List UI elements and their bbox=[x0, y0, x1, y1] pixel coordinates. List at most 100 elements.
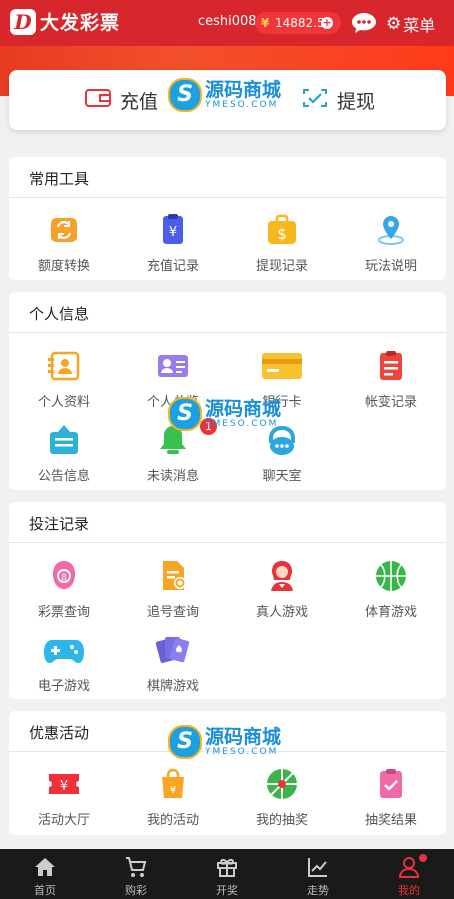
svg-text:¥: ¥ bbox=[60, 779, 68, 794]
divider bbox=[9, 751, 446, 752]
tool-item-withdraw-record[interactable]: $ 提现记录 bbox=[227, 212, 337, 280]
tool-label: 提现记录 bbox=[255, 259, 308, 274]
profile-card-icon bbox=[46, 348, 82, 384]
section-title: 常用工具 bbox=[29, 170, 90, 188]
notification-dot bbox=[419, 854, 427, 862]
bet-item-sports[interactable]: 体育游戏 bbox=[336, 558, 446, 626]
bank-card-icon bbox=[262, 348, 302, 384]
tool-label: 充值记录 bbox=[146, 259, 199, 274]
bet-label: 彩票查询 bbox=[37, 605, 90, 620]
personal-item-bank-card[interactable]: 银行卡 bbox=[227, 348, 337, 416]
personal-item-chatroom[interactable]: 聊天室 bbox=[227, 422, 337, 490]
tab-label: 购彩 bbox=[125, 884, 147, 897]
bell-icon bbox=[155, 422, 191, 458]
withdraw-button[interactable]: 提现 bbox=[301, 70, 375, 130]
basketball-icon bbox=[373, 558, 409, 594]
tab-label: 首页 bbox=[34, 884, 56, 897]
notice-icon bbox=[46, 422, 82, 458]
withdraw-record-icon: $ bbox=[264, 212, 300, 248]
cards-icon bbox=[155, 632, 191, 668]
tool-item-recharge-record[interactable]: ¥ 充值记录 bbox=[118, 212, 228, 280]
promo-item-my-lottery[interactable]: 我的抽奖 bbox=[227, 766, 337, 834]
lottery-wheel-icon bbox=[264, 766, 300, 802]
tool-item-transfer[interactable]: 额度转换 bbox=[9, 212, 119, 280]
personal-item-account-change[interactable]: 帐变记录 bbox=[336, 348, 446, 416]
menu-button[interactable]: ⚙ 菜单 bbox=[386, 12, 435, 36]
location-pin-icon bbox=[373, 212, 409, 248]
username: ceshi008 bbox=[198, 14, 257, 29]
balance-amount: 14882.5 bbox=[275, 16, 325, 30]
promo-item-my-activity[interactable]: ¥ 我的活动 bbox=[118, 766, 228, 834]
overview-icon bbox=[155, 348, 191, 384]
promo-label: 活动大厅 bbox=[37, 813, 90, 828]
gamepad-icon bbox=[44, 632, 84, 668]
recharge-label: 充值 bbox=[120, 90, 159, 113]
promo-item-hall[interactable]: ¥ 活动大厅 bbox=[9, 766, 119, 834]
wallet-icon bbox=[84, 87, 112, 114]
recharge-button[interactable]: 充值 bbox=[84, 70, 158, 130]
svg-text:8: 8 bbox=[61, 573, 67, 583]
personal-section: 个人信息 个人资料 个人总览 银行卡 帐变记录 公告信息 1 未读消息 聊天室 bbox=[9, 292, 446, 490]
promo-label: 我的活动 bbox=[146, 813, 199, 828]
user-icon bbox=[397, 855, 421, 879]
live-dealer-icon bbox=[264, 558, 300, 594]
bet-records-section: 投注记录 8 彩票查询 追号查询 真人游戏 体育游戏 电子游戏 棋牌游戏 bbox=[9, 502, 446, 699]
divider bbox=[9, 332, 446, 333]
lottery-query-icon: 8 bbox=[46, 558, 82, 594]
chase-query-icon bbox=[155, 558, 191, 594]
add-balance-icon[interactable]: + bbox=[321, 17, 333, 29]
bet-label: 棋牌游戏 bbox=[146, 679, 199, 694]
personal-label: 聊天室 bbox=[262, 469, 302, 484]
tab-draw[interactable]: 开奖 bbox=[182, 849, 272, 899]
bet-label: 体育游戏 bbox=[364, 605, 417, 620]
result-clipboard-icon bbox=[373, 766, 409, 802]
tab-mine[interactable]: 我的 bbox=[364, 849, 454, 899]
app-header: D 大发彩票 ceshi008 ¥ 14882.5 + ⚙ 菜单 bbox=[0, 0, 454, 46]
svg-text:¥: ¥ bbox=[169, 225, 177, 240]
fund-actions-card: 充值 提现 bbox=[9, 70, 446, 130]
personal-label: 银行卡 bbox=[262, 395, 302, 410]
promo-label: 我的抽奖 bbox=[255, 813, 308, 828]
personal-item-profile[interactable]: 个人资料 bbox=[9, 348, 119, 416]
chat-bubble-icon[interactable] bbox=[350, 11, 378, 39]
promo-item-lottery-result[interactable]: 抽奖结果 bbox=[336, 766, 446, 834]
personal-item-overview[interactable]: 个人总览 bbox=[118, 348, 228, 416]
personal-item-unread[interactable]: 1 未读消息 bbox=[118, 418, 228, 490]
tools-section: 常用工具 额度转换 ¥ 充值记录 $ 提现记录 玩法说明 bbox=[9, 157, 446, 280]
ticket-icon: ¥ bbox=[46, 766, 82, 802]
currency-symbol: ¥ bbox=[261, 16, 270, 30]
bottom-tab-bar: 首页 购彩 开奖 走势 我的 bbox=[0, 849, 454, 899]
section-title: 个人信息 bbox=[29, 305, 90, 323]
tool-item-rules[interactable]: 玩法说明 bbox=[336, 212, 446, 280]
home-icon bbox=[33, 855, 57, 879]
divider bbox=[9, 197, 446, 198]
trend-icon bbox=[306, 855, 330, 879]
tool-label: 额度转换 bbox=[37, 259, 90, 274]
bet-label: 真人游戏 bbox=[255, 605, 308, 620]
bet-item-chase-query[interactable]: 追号查询 bbox=[118, 558, 228, 626]
tab-home[interactable]: 首页 bbox=[0, 849, 90, 899]
balance-badge[interactable]: ¥ 14882.5 + bbox=[255, 12, 341, 34]
logo-mark: D bbox=[10, 8, 36, 35]
bet-item-lottery-query[interactable]: 8 彩票查询 bbox=[9, 558, 119, 626]
promo-label: 抽奖结果 bbox=[364, 813, 417, 828]
recharge-record-icon: ¥ bbox=[155, 212, 191, 248]
withdraw-check-icon bbox=[301, 87, 329, 114]
personal-label: 未读消息 bbox=[146, 469, 199, 484]
tool-label: 玩法说明 bbox=[364, 259, 417, 274]
personal-label: 个人资料 bbox=[37, 395, 90, 410]
app-logo[interactable]: D 大发彩票 bbox=[10, 8, 120, 35]
tab-label: 走势 bbox=[307, 884, 329, 897]
personal-item-notice[interactable]: 公告信息 bbox=[9, 422, 119, 490]
bet-label: 追号查询 bbox=[146, 605, 199, 620]
menu-label: 菜单 bbox=[403, 16, 436, 35]
bet-item-cards[interactable]: 棋牌游戏 bbox=[118, 632, 228, 700]
personal-label: 公告信息 bbox=[37, 469, 90, 484]
gift-icon bbox=[215, 855, 239, 879]
bet-item-live-dealer[interactable]: 真人游戏 bbox=[227, 558, 337, 626]
tab-buy[interactable]: 购彩 bbox=[91, 849, 181, 899]
tab-trend[interactable]: 走势 bbox=[273, 849, 363, 899]
svg-text:$: $ bbox=[277, 225, 287, 243]
bet-item-electronic[interactable]: 电子游戏 bbox=[9, 632, 119, 700]
shopping-bag-icon: ¥ bbox=[155, 766, 191, 802]
